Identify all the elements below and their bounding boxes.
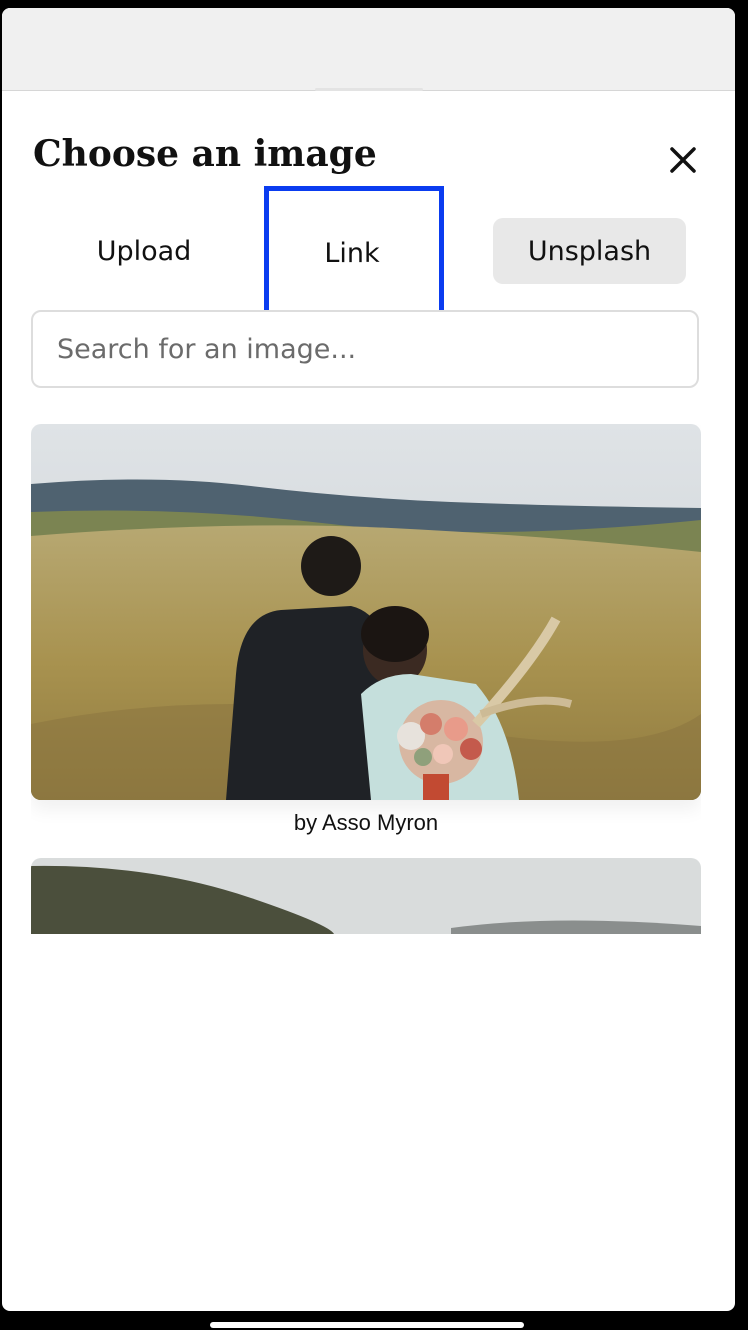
dialog-title: Choose an image — [33, 133, 377, 175]
home-indicator — [210, 1322, 524, 1328]
result-image-card[interactable] — [31, 858, 701, 934]
misty-hills-photo — [31, 858, 701, 934]
search-input[interactable] — [31, 310, 699, 388]
close-button[interactable] — [666, 143, 700, 177]
photo-credit[interactable]: by Asso Myron — [31, 810, 701, 836]
results-list[interactable]: by Asso Myron — [31, 424, 701, 934]
tab-upload[interactable]: Upload — [60, 218, 228, 284]
sheet-header-bar — [2, 8, 735, 91]
result-image-card[interactable] — [31, 424, 701, 800]
tab-unsplash[interactable]: Unsplash — [493, 218, 686, 284]
sheet-grabber[interactable] — [315, 88, 423, 91]
tab-link[interactable]: Link — [266, 188, 438, 318]
couple-in-grass-field-photo — [31, 424, 701, 800]
close-icon — [670, 147, 696, 173]
